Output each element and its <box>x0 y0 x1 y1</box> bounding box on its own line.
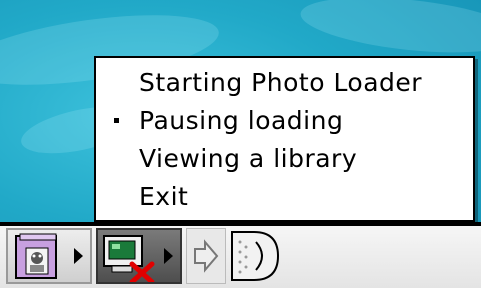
popup-menu: Starting Photo Loader Pausing loading Vi… <box>94 56 475 222</box>
strip-top-border <box>0 222 481 226</box>
water-ripple <box>297 0 481 62</box>
strip-end-tab-icon <box>231 231 280 281</box>
triangle-arrow-icon <box>164 248 173 264</box>
menu-item-viewing-library[interactable]: Viewing a library <box>96 142 473 176</box>
menu-item-starting-photo-loader[interactable]: Starting Photo Loader <box>96 66 473 100</box>
checkmark-bullet-icon <box>114 118 119 123</box>
photo-album-tile[interactable] <box>6 228 92 284</box>
menu-item-label: Viewing a library <box>139 144 358 173</box>
triangle-arrow-icon <box>74 248 83 264</box>
arrow-right-icon <box>194 239 219 273</box>
menu-item-label: Exit <box>139 182 189 211</box>
strip-end-tab[interactable] <box>230 228 282 284</box>
strip-scroll-button[interactable] <box>186 228 226 284</box>
menu-item-pausing-loading[interactable]: Pausing loading <box>96 104 473 138</box>
camera-tile[interactable] <box>96 228 182 285</box>
menu-item-exit[interactable]: Exit <box>96 180 473 214</box>
menu-item-label: Pausing loading <box>139 106 344 135</box>
control-strip <box>0 222 481 288</box>
menu-item-label: Starting Photo Loader <box>139 68 423 97</box>
